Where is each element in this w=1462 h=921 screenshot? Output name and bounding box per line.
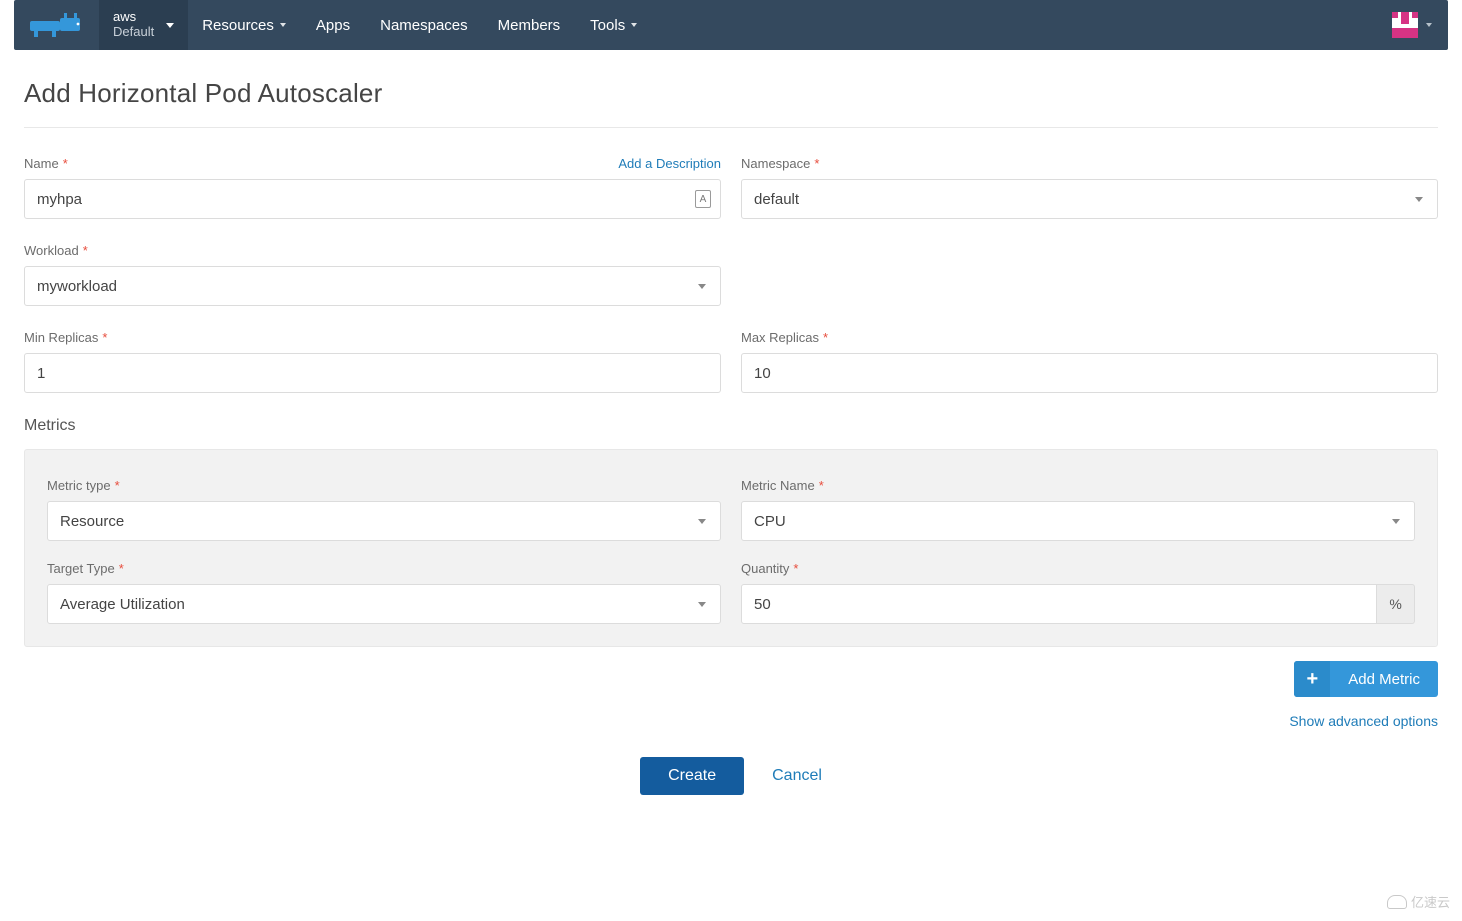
namespace-value: default: [754, 191, 799, 208]
add-metric-button[interactable]: + Add Metric: [1294, 661, 1438, 697]
namespace-label: Namespace*: [741, 156, 819, 171]
max-replicas-label: Max Replicas*: [741, 330, 828, 345]
target-type-label: Target Type*: [47, 561, 124, 576]
metrics-box: Metric type* Resource Metric Name* CPU: [24, 449, 1438, 647]
user-menu[interactable]: [1392, 0, 1448, 50]
chevron-down-icon: [1415, 197, 1423, 202]
name-label: Name*: [24, 156, 68, 171]
chevron-down-icon: [1392, 519, 1400, 524]
metric-type-value: Resource: [60, 513, 124, 530]
min-replicas-label: Min Replicas*: [24, 330, 107, 345]
target-type-value: Average Utilization: [60, 596, 185, 613]
target-type-select[interactable]: Average Utilization: [47, 584, 721, 624]
metric-name-select[interactable]: CPU: [741, 501, 1415, 541]
nav-items: Resources Apps Namespaces Members Tools: [188, 0, 651, 50]
cloud-icon: [1387, 895, 1407, 909]
cancel-button[interactable]: Cancel: [772, 767, 822, 785]
chevron-down-icon: [1426, 23, 1432, 27]
chevron-down-icon: [698, 602, 706, 607]
show-advanced-link[interactable]: Show advanced options: [1289, 713, 1438, 729]
metric-type-select[interactable]: Resource: [47, 501, 721, 541]
nav-members[interactable]: Members: [484, 0, 575, 50]
cluster-name: aws: [113, 10, 154, 25]
project-name: Default: [113, 25, 154, 40]
nav-tools[interactable]: Tools: [576, 0, 651, 50]
workload-select[interactable]: myworkload: [24, 266, 721, 306]
chevron-down-icon: [698, 284, 706, 289]
top-nav: aws Default Resources Apps Namespaces Me…: [14, 0, 1448, 50]
page-body: Add Horizontal Pod Autoscaler Name* Add …: [0, 50, 1462, 835]
quantity-label: Quantity*: [741, 561, 798, 576]
rancher-logo[interactable]: [14, 0, 99, 50]
nav-namespaces[interactable]: Namespaces: [366, 0, 482, 50]
cow-logo-icon: [28, 11, 86, 39]
namespace-select[interactable]: default: [741, 179, 1438, 219]
chevron-down-icon: [698, 519, 706, 524]
quantity-unit: %: [1377, 584, 1415, 624]
quantity-input[interactable]: [741, 584, 1377, 624]
nav-resources[interactable]: Resources: [188, 0, 300, 50]
page-title: Add Horizontal Pod Autoscaler: [24, 78, 1438, 128]
add-description-link[interactable]: Add a Description: [618, 156, 721, 171]
workload-label: Workload*: [24, 243, 88, 258]
avatar-icon: [1392, 12, 1418, 38]
field-hint-icon: A: [695, 190, 711, 208]
create-button[interactable]: Create: [640, 757, 744, 795]
chevron-down-icon: [166, 23, 174, 28]
workload-value: myworkload: [37, 278, 117, 295]
max-replicas-input[interactable]: [741, 353, 1438, 393]
plus-icon: +: [1294, 661, 1330, 697]
metric-name-label: Metric Name*: [741, 478, 824, 493]
name-input[interactable]: [24, 179, 721, 219]
metrics-section-title: Metrics: [24, 417, 1438, 435]
metric-type-label: Metric type*: [47, 478, 120, 493]
chevron-down-icon: [631, 23, 637, 27]
add-metric-label: Add Metric: [1330, 671, 1438, 688]
watermark: 亿速云: [1387, 892, 1450, 911]
min-replicas-input[interactable]: [24, 353, 721, 393]
chevron-down-icon: [280, 23, 286, 27]
cluster-picker[interactable]: aws Default: [99, 0, 188, 50]
nav-apps[interactable]: Apps: [302, 0, 364, 50]
metric-name-value: CPU: [754, 513, 786, 530]
